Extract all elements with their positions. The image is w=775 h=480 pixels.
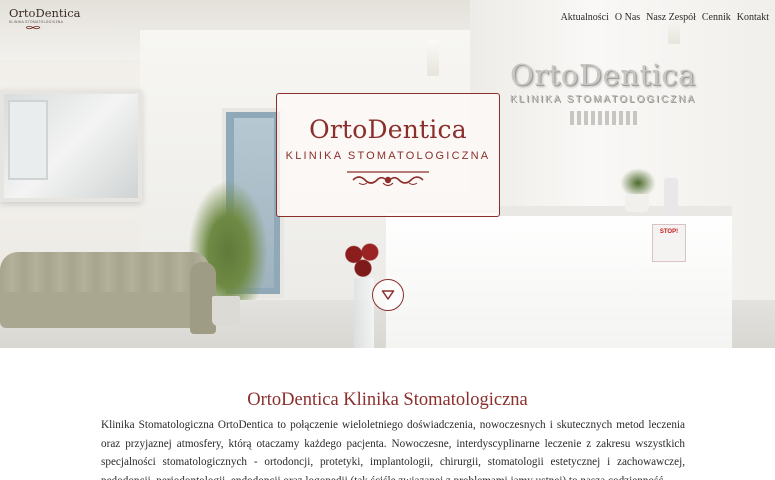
ornament-icon	[347, 171, 429, 187]
brand-logo[interactable]: OrtoDentica KLINIKA STOMATOLOGICZNA	[9, 6, 81, 30]
reception-desk-top	[496, 206, 732, 216]
hero-plant-pot	[212, 296, 240, 326]
nav-item-kontakt[interactable]: Kontakt	[737, 12, 769, 23]
stop-sign: STOP!	[652, 224, 686, 262]
nav-item-o-nas[interactable]: O Nas	[615, 12, 640, 23]
wall-sign-title: OrtoDentica	[510, 58, 696, 92]
nav-item-aktualnosci[interactable]: Aktualności	[561, 12, 609, 23]
intro-paragraph: Klinika Stomatologiczna OrtoDentica to p…	[101, 419, 685, 480]
wall-sign-subtitle: KLINIKA STOMATOLOGICZNA	[510, 94, 697, 105]
ornament-icon	[25, 25, 41, 30]
nav-item-nasz-zespol[interactable]: Nasz Zespół	[646, 12, 696, 23]
intro-heading: OrtoDentica Klinika Stomatologiczna	[247, 390, 528, 410]
hero-card-subtitle: KLINIKA STOMATOLOGICZNA	[285, 150, 491, 162]
hero-vase	[354, 278, 374, 348]
desk-plant-pot	[625, 194, 649, 212]
pendant-lamp	[427, 40, 439, 76]
main-nav: Aktualności O Nas Nasz Zespół Cennik Kon…	[555, 12, 769, 23]
hero-logo-card: OrtoDentica KLINIKA STOMATOLOGICZNA	[276, 93, 500, 217]
hero-roses	[340, 236, 386, 282]
hero-mirror-reflection	[8, 100, 48, 180]
wall-sign-ornament	[570, 111, 640, 125]
sanitizer-dispenser	[664, 178, 678, 214]
nav-item-cennik[interactable]: Cennik	[702, 12, 731, 23]
hero-card-title: OrtoDentica	[309, 115, 467, 144]
hero-sofa-seat	[0, 292, 215, 328]
wall-sign: OrtoDentica KLINIKA STOMATOLOGICZNA	[510, 58, 740, 158]
scroll-down-button[interactable]	[372, 279, 404, 311]
brand-name: OrtoDentica	[9, 6, 81, 20]
intro-section: OrtoDentica Klinika Stomatologiczna Klin…	[0, 348, 775, 480]
chevron-down-icon	[381, 290, 395, 300]
brand-subtitle: KLINIKA STOMATOLOGICZNA	[9, 20, 64, 24]
